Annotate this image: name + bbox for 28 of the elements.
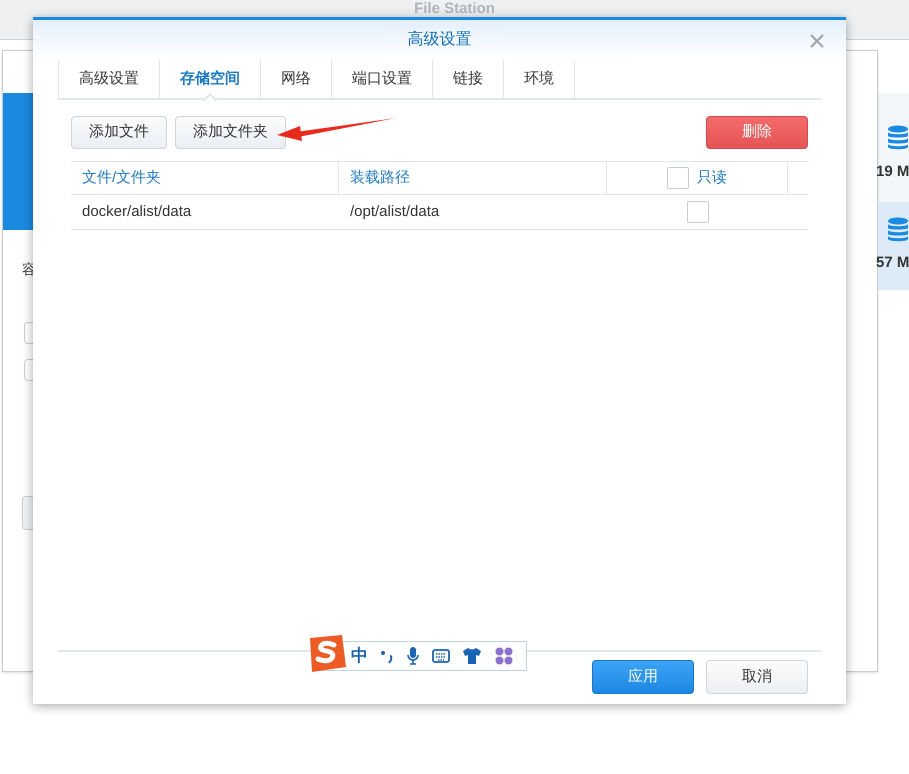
tab[interactable]: 网络 [261, 60, 332, 98]
table-cell-text: /opt/alist/data [350, 202, 440, 222]
tab[interactable]: 链接 [433, 60, 504, 98]
keyboard-icon[interactable] [432, 649, 450, 663]
column-header[interactable]: 装载路径 [350, 166, 410, 190]
close-icon[interactable] [810, 34, 824, 48]
tab[interactable]: 高级设置 [58, 60, 160, 98]
punctuation-icon[interactable] [380, 648, 394, 664]
checkbox[interactable] [686, 201, 708, 223]
column-header[interactable]: 只读 [697, 166, 727, 190]
size-label: 57 M [876, 254, 909, 272]
cancel-button[interactable]: 取消 [706, 660, 808, 694]
database-icon [887, 217, 909, 243]
dialog-title: 高级设置 [408, 30, 472, 50]
checkbox[interactable] [667, 167, 689, 189]
database-icon [887, 125, 909, 151]
four-circles-icon[interactable] [494, 646, 514, 666]
add-button[interactable]: 添加文件夹 [175, 116, 286, 149]
tab[interactable]: 端口设置 [332, 60, 433, 98]
column-header[interactable]: 文件/文件夹 [82, 166, 162, 190]
size-label: 19 M [876, 163, 909, 181]
input-mode-toggle[interactable]: 中 [351, 646, 368, 666]
add-button[interactable]: 添加文件 [71, 116, 167, 149]
table-cell-text: docker/alist/data [82, 202, 192, 222]
tab[interactable]: 环境 [504, 60, 575, 98]
shirt-icon[interactable] [462, 647, 482, 665]
window-title: File Station [414, 0, 495, 17]
microphone-icon[interactable] [406, 646, 420, 666]
